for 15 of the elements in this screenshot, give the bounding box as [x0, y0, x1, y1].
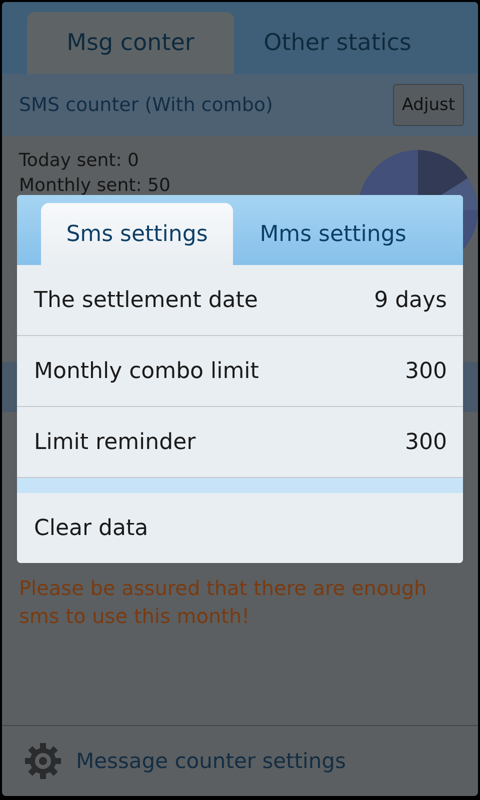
setting-label: Monthly combo limit — [34, 358, 259, 384]
notice-text: Please be assured that there are enough sms to use this month! — [19, 575, 428, 630]
setting-value: 9 days — [374, 288, 447, 312]
setting-row[interactable]: The settlement date 9 days — [17, 265, 463, 336]
setting-value: 300 — [405, 358, 447, 384]
setting-row[interactable]: Monthly combo limit 300 — [17, 336, 463, 407]
settings-icon — [24, 742, 62, 780]
tab[interactable]: Sms settings — [41, 203, 233, 265]
setting-label: The settlement date — [34, 288, 258, 312]
setting-value: 300 — [405, 430, 447, 454]
stat-text: Monthly sent: 50 — [19, 175, 170, 196]
tab[interactable]: Mms settings — [233, 203, 433, 265]
section-title: SMS counter (With combo) — [19, 94, 273, 116]
stat-text: Today sent: 0 — [19, 150, 140, 171]
setting-label: Limit reminder — [34, 430, 196, 454]
